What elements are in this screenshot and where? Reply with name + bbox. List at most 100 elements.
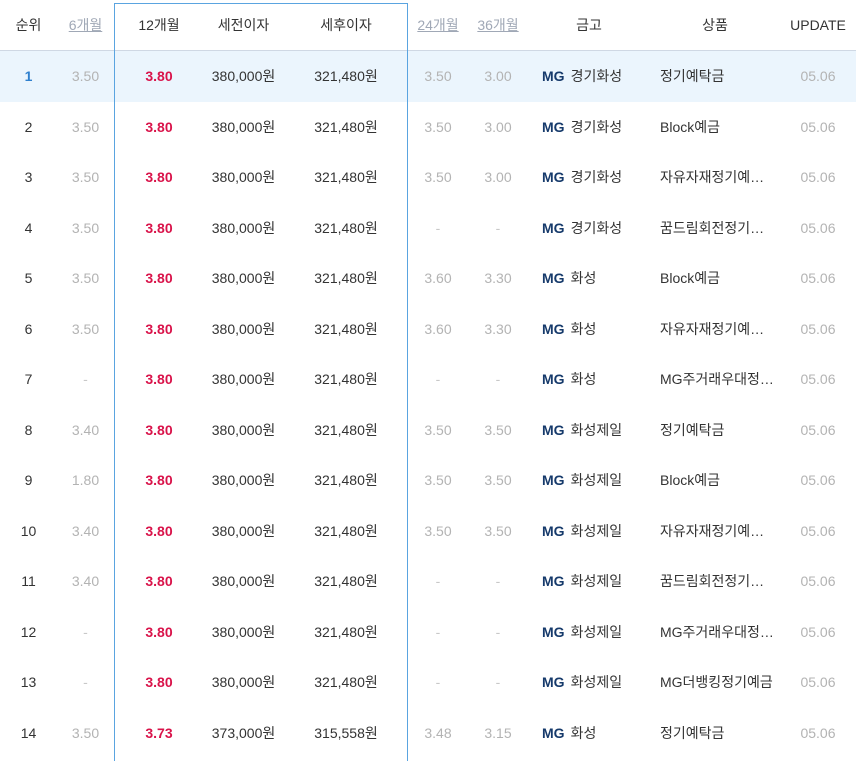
rate-36month: 3.30 — [484, 270, 512, 287]
rate-12month: 3.80 — [145, 219, 173, 236]
product-name[interactable]: 꿈드림회전정기… — [650, 556, 780, 607]
rate-36month: - — [495, 674, 501, 691]
bank-name: MG 화성제일 — [528, 556, 650, 607]
rank-cell: 3 — [24, 169, 33, 186]
header-36month-link[interactable]: 36개월 — [468, 0, 528, 50]
rank-cell: 1 — [24, 68, 33, 85]
table-row[interactable]: 9 1.80 3.80 380,000원 321,480원 3.50 3.50 MG 화성제일 B… — [0, 455, 856, 506]
header-posttax-interest: 세후이자 — [320, 17, 372, 33]
product-name[interactable]: 자유자재정기예… — [650, 152, 780, 203]
table-row[interactable]: 3 3.50 3.80 380,000원 321,480원 3.50 3.00 MG 경기화성 자… — [0, 152, 856, 203]
bank-name: MG 화성 — [528, 253, 650, 304]
table-row[interactable]: 12 - 3.80 380,000원 321,480원 - - MG 화성제일 MG주거래우대정…… — [0, 607, 856, 658]
table-row[interactable]: 1 3.50 3.80 380,000원 321,480원 3.50 3.00 MG 경기화성 정… — [0, 51, 856, 102]
rate-6month: 3.50 — [71, 270, 100, 287]
rate-12month: 3.80 — [145, 472, 173, 489]
update-date: 05.06 — [800, 371, 836, 388]
rate-24month: 3.50 — [424, 421, 452, 438]
posttax-interest: 321,480원 — [314, 623, 378, 640]
product-name[interactable]: 꿈드림회전정기… — [650, 203, 780, 254]
mg-logo-icon: MG — [542, 219, 565, 236]
header-6month-link[interactable]: 6개월 — [57, 0, 114, 50]
header-24month-link[interactable]: 24개월 — [408, 0, 468, 50]
pretax-interest: 380,000원 — [211, 371, 276, 388]
mg-logo-icon: MG — [542, 573, 565, 590]
pretax-interest: 380,000원 — [211, 118, 276, 135]
bank-label: 화성제일 — [570, 674, 623, 691]
mg-logo-icon: MG — [542, 118, 565, 135]
mg-logo-icon: MG — [542, 623, 565, 640]
table-row[interactable]: 13 - 3.80 380,000원 321,480원 - - MG 화성제일 MG더뱅킹정기예금… — [0, 657, 856, 708]
pretax-interest: 380,000원 — [211, 573, 276, 590]
bank-label: 경기화성 — [570, 68, 623, 85]
rate-12month: 3.73 — [145, 724, 173, 741]
update-date: 05.06 — [800, 169, 836, 186]
product-name[interactable]: 자유자재정기예… — [650, 506, 780, 557]
pretax-interest: 380,000원 — [211, 320, 276, 337]
table-row[interactable]: 5 3.50 3.80 380,000원 321,480원 3.60 3.30 MG 화성 Blo… — [0, 253, 856, 304]
bank-label: 화성제일 — [570, 522, 623, 539]
rate-12month: 3.80 — [145, 169, 173, 186]
table-row[interactable]: 10 3.40 3.80 380,000원 321,480원 3.50 3.50 MG 화성제일… — [0, 506, 856, 557]
rate-24month: 3.48 — [424, 724, 452, 741]
table-row[interactable]: 4 3.50 3.80 380,000원 321,480원 - - MG 경기화성 꿈드림회전정기… — [0, 203, 856, 254]
bank-name: MG 화성제일 — [528, 405, 650, 456]
product-name[interactable]: Block예금 — [650, 455, 780, 506]
table-row[interactable]: 6 3.50 3.80 380,000원 321,480원 3.60 3.30 MG 화성 자유자… — [0, 304, 856, 355]
posttax-interest: 321,480원 — [314, 68, 378, 85]
pretax-interest: 380,000원 — [211, 219, 276, 236]
pretax-interest: 380,000원 — [211, 522, 276, 539]
rate-6month: 3.50 — [71, 320, 100, 337]
rate-36month: 3.50 — [484, 522, 512, 539]
update-date: 05.06 — [800, 219, 836, 236]
rate-36month: 3.50 — [484, 472, 512, 489]
header-rank: 순위 — [15, 17, 42, 33]
posttax-interest: 321,480원 — [314, 421, 378, 438]
table-body: 1 3.50 3.80 380,000원 321,480원 3.50 3.00 MG 경기화성 정… — [0, 51, 856, 758]
update-date: 05.06 — [800, 320, 836, 337]
mg-logo-icon: MG — [542, 522, 565, 539]
bank-label: 화성 — [570, 724, 597, 741]
rate-36month: - — [495, 573, 501, 590]
product-name[interactable]: Block예금 — [650, 253, 780, 304]
rate-6month: 3.50 — [71, 219, 100, 236]
product-name[interactable]: MG주거래우대정… — [650, 607, 780, 658]
update-date: 05.06 — [800, 118, 836, 135]
product-name[interactable]: Block예금 — [650, 102, 780, 153]
rank-cell: 10 — [20, 522, 37, 539]
product-name[interactable]: MG더뱅킹정기예금 — [650, 657, 780, 708]
posttax-interest: 321,480원 — [314, 118, 378, 135]
bank-label: 화성제일 — [570, 623, 623, 640]
rate-6month: 3.40 — [71, 421, 100, 438]
mg-logo-icon: MG — [542, 724, 565, 741]
table-row[interactable]: 2 3.50 3.80 380,000원 321,480원 3.50 3.00 MG 경기화성 B… — [0, 102, 856, 153]
bank-label: 화성 — [570, 371, 597, 388]
pretax-interest: 380,000원 — [211, 68, 276, 85]
product-name[interactable]: 정기예탁금 — [650, 405, 780, 456]
pretax-interest: 380,000원 — [211, 623, 276, 640]
product-name[interactable]: 정기예탁금 — [650, 708, 780, 759]
bank-name: MG 화성제일 — [528, 455, 650, 506]
rate-36month: - — [495, 623, 501, 640]
update-date: 05.06 — [800, 472, 836, 489]
bank-label: 화성 — [570, 270, 597, 287]
rate-24month: 3.50 — [424, 68, 452, 85]
table-row[interactable]: 14 3.50 3.73 373,000원 315,558원 3.48 3.15 MG 화성 정기… — [0, 708, 856, 759]
product-name[interactable]: 정기예탁금 — [650, 51, 780, 102]
table-row[interactable]: 8 3.40 3.80 380,000원 321,480원 3.50 3.50 MG 화성제일 정… — [0, 405, 856, 456]
table-row[interactable]: 11 3.40 3.80 380,000원 321,480원 - - MG 화성제일 꿈드림회전정… — [0, 556, 856, 607]
posttax-interest: 321,480원 — [314, 371, 378, 388]
table-row[interactable]: 7 - 3.80 380,000원 321,480원 - - MG 화성 MG주거래우대정… 05.… — [0, 354, 856, 405]
pretax-interest: 380,000원 — [211, 421, 276, 438]
rate-24month: 3.60 — [424, 270, 452, 287]
product-name[interactable]: MG주거래우대정… — [650, 354, 780, 405]
rank-cell: 4 — [24, 219, 33, 236]
rank-cell: 5 — [24, 270, 33, 287]
product-name[interactable]: 자유자재정기예… — [650, 304, 780, 355]
pretax-interest: 380,000원 — [211, 674, 276, 691]
rate-24month: - — [435, 623, 441, 640]
rate-table: 순위 6개월 12개월 세전이자 세후이자 24개월 36개월 금고 상품 UP… — [0, 0, 856, 758]
bank-name: MG 화성 — [528, 304, 650, 355]
update-date: 05.06 — [800, 623, 836, 640]
rank-cell: 8 — [24, 421, 33, 438]
